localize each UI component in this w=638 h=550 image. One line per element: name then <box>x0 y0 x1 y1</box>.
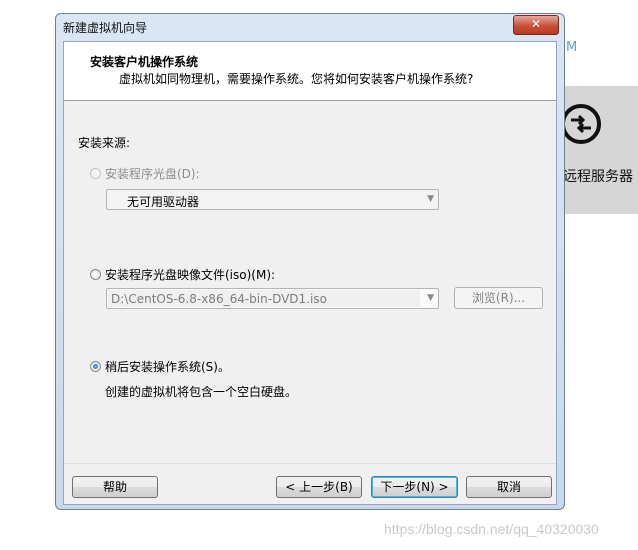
help-button[interactable]: 帮助 <box>72 476 158 498</box>
install-later-radio[interactable] <box>90 361 101 372</box>
page-subtitle: 虚拟机如同物理机，需要操作系统。您将如何安装客户机操作系统? <box>119 72 474 86</box>
iso-path-value: D:\CentOS-6.8-x86_64-bin-DVD1.iso <box>111 292 327 306</box>
disc-option-label: 安装程序光盘(D): <box>105 167 200 181</box>
wizard-header: 安装客户机操作系统 虚拟机如同物理机，需要操作系统。您将如何安装客户机操作系统? <box>64 42 556 101</box>
close-button[interactable]: ✕ <box>513 15 559 35</box>
iso-radio[interactable] <box>90 269 101 280</box>
browse-button[interactable]: 浏览(R)... <box>454 287 543 309</box>
disc-drive-value: 无可用驱动器 <box>127 195 200 209</box>
iso-path-combobox[interactable]: D:\CentOS-6.8-x86_64-bin-DVD1.iso ▼ <box>106 288 439 309</box>
install-later-label: 稍后安装操作系统(S)。 <box>105 360 230 374</box>
footer-divider <box>64 463 556 464</box>
cancel-button[interactable]: 取消 <box>466 476 552 498</box>
remote-server-icon <box>559 102 603 149</box>
iso-option-label: 安装程序光盘映像文件(iso)(M): <box>105 268 276 282</box>
disc-option[interactable]: 安装程序光盘(D): <box>90 165 200 182</box>
close-icon: ✕ <box>530 17 542 31</box>
dialog-client-area: 安装客户机操作系统 虚拟机如同物理机，需要操作系统。您将如何安装客户机操作系统?… <box>63 41 557 505</box>
next-button[interactable]: 下一步(N) > <box>371 476 458 498</box>
remote-server-label: 远程服务器 <box>563 169 633 185</box>
back-button[interactable]: < 上一步(B) <box>276 476 362 498</box>
chevron-down-icon: ▼ <box>427 194 434 204</box>
new-vm-wizard-dialog: 新建虚拟机向导 ✕ 安装客户机操作系统 虚拟机如同物理机，需要操作系统。您将如何… <box>55 13 565 510</box>
install-later-note: 创建的虚拟机将包含一个空白硬盘。 <box>105 385 298 399</box>
window-title: 新建虚拟机向导 <box>63 21 148 35</box>
chevron-down-icon: ▼ <box>427 293 434 303</box>
install-later-option[interactable]: 稍后安装操作系统(S)。 <box>90 358 230 375</box>
page-title: 安装客户机操作系统 <box>90 55 199 69</box>
disc-drive-select[interactable]: 无可用驱动器 ▼ <box>106 189 439 210</box>
install-source-label: 安装来源: <box>78 136 131 150</box>
title-bar[interactable]: 新建虚拟机向导 ✕ <box>56 14 564 40</box>
disc-radio[interactable] <box>90 168 101 179</box>
watermark: https://blog.csdn.net/qq_40320030 <box>384 521 599 537</box>
background-partial-letter: M <box>566 40 578 55</box>
iso-option[interactable]: 安装程序光盘映像文件(iso)(M): <box>90 266 275 283</box>
